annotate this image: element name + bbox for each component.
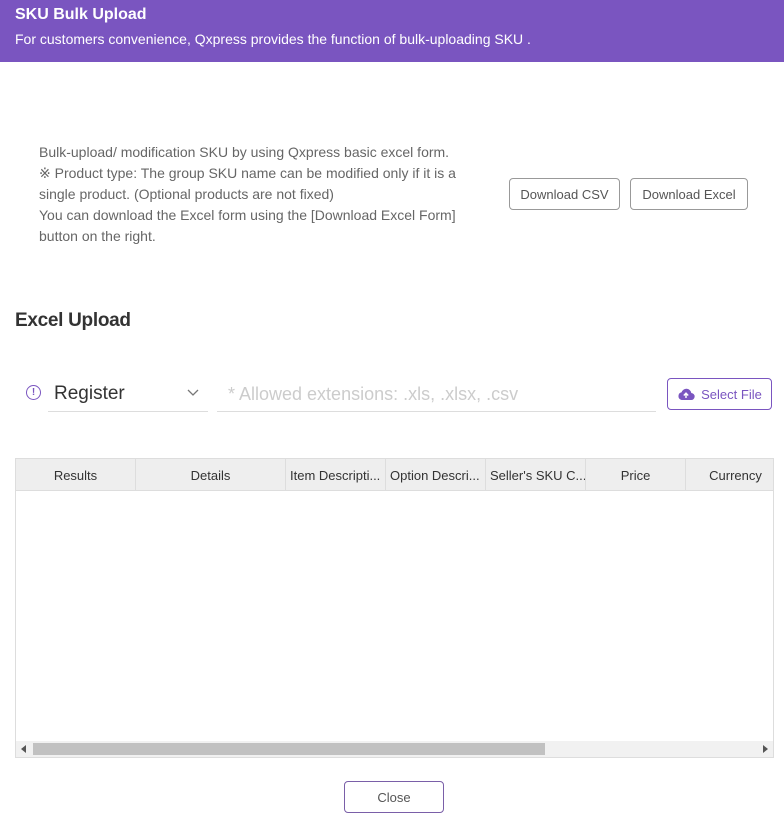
dialog-subtitle: For customers convenience, Qxpress provi… bbox=[15, 31, 531, 47]
column-header-option-description[interactable]: Option Descri... bbox=[386, 459, 486, 491]
info-icon: ! bbox=[26, 385, 41, 400]
select-file-label: Select File bbox=[701, 386, 762, 402]
guide-line-2: ※ Product type: The group SKU name can b… bbox=[39, 165, 456, 202]
column-header-item-description[interactable]: Item Descripti... bbox=[286, 459, 386, 491]
select-file-button[interactable]: Select File bbox=[667, 378, 772, 410]
column-header-currency[interactable]: Currency bbox=[686, 459, 773, 491]
file-input-placeholder: * Allowed extensions: .xls, .xlsx, .csv bbox=[228, 384, 519, 404]
scroll-right-arrow-icon[interactable] bbox=[763, 745, 768, 753]
upload-results-grid: Results Details Item Descripti... Option… bbox=[15, 458, 774, 758]
grid-header: Results Details Item Descripti... Option… bbox=[16, 459, 773, 491]
column-header-sellers-sku-code[interactable]: Seller's SKU C... bbox=[486, 459, 586, 491]
scrollbar-thumb[interactable] bbox=[33, 743, 545, 755]
download-csv-button[interactable]: Download CSV bbox=[509, 178, 620, 210]
column-header-details[interactable]: Details bbox=[136, 459, 286, 491]
horizontal-scrollbar[interactable] bbox=[16, 741, 773, 757]
scroll-left-arrow-icon[interactable] bbox=[21, 745, 26, 753]
download-excel-button[interactable]: Download Excel bbox=[630, 178, 748, 210]
dialog-title: SKU Bulk Upload bbox=[15, 6, 147, 23]
upload-guide: Bulk-upload/ modification SKU by using Q… bbox=[39, 142, 494, 247]
excel-upload-title: Excel Upload bbox=[15, 310, 131, 331]
column-header-results[interactable]: Results bbox=[16, 459, 136, 491]
upload-mode-value: Register bbox=[54, 383, 125, 404]
upload-mode-select[interactable]: Register bbox=[48, 376, 208, 412]
column-header-price[interactable]: Price bbox=[586, 459, 686, 491]
guide-line-3: You can download the Excel form using th… bbox=[39, 207, 456, 244]
file-name-input[interactable]: * Allowed extensions: .xls, .xlsx, .csv bbox=[217, 376, 656, 412]
close-button[interactable]: Close bbox=[344, 781, 444, 813]
chevron-down-icon bbox=[187, 389, 199, 396]
guide-line-1: Bulk-upload/ modification SKU by using Q… bbox=[39, 144, 450, 160]
dialog-header: SKU Bulk Upload For customers convenienc… bbox=[0, 0, 784, 62]
cloud-upload-icon bbox=[678, 388, 695, 401]
